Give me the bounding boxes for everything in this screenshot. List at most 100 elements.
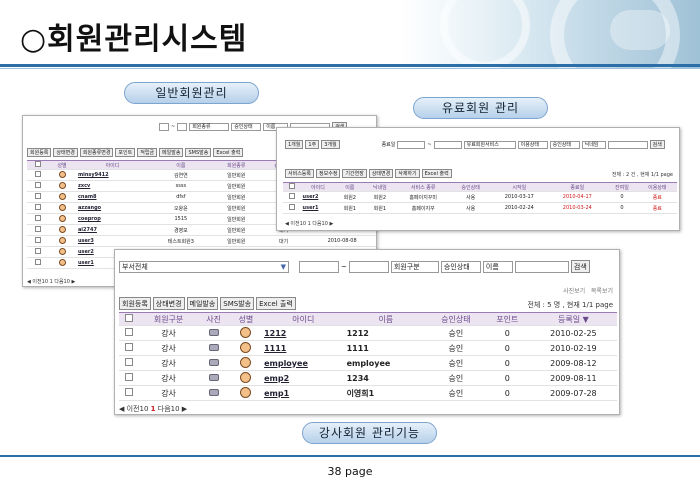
row-checkbox[interactable] bbox=[34, 193, 41, 199]
member-id-link[interactable]: emp2 bbox=[262, 370, 345, 386]
paid-search-button[interactable]: 검색 bbox=[649, 140, 665, 149]
member-id-link[interactable]: user3 bbox=[75, 235, 150, 247]
paid-filter-use[interactable]: 이용상태 bbox=[517, 140, 548, 149]
ptbar-button-0[interactable]: 서비스등록 bbox=[285, 169, 315, 178]
member-id-link[interactable]: coeprop bbox=[75, 213, 150, 225]
ptbar-button-3[interactable]: 상태변경 bbox=[368, 169, 394, 178]
general-date-end[interactable] bbox=[177, 122, 188, 131]
member-type: 일반회원 bbox=[212, 235, 260, 247]
ihead-col-0[interactable] bbox=[119, 312, 140, 326]
select-all-checkbox[interactable] bbox=[125, 314, 134, 322]
nickname: 회원1 bbox=[364, 202, 396, 214]
gtbar-button-2[interactable]: 회원종류변경 bbox=[79, 148, 114, 157]
photo-icon bbox=[208, 328, 219, 336]
instructor-summary: 전체 : 5 명 , 현재 1/1 page bbox=[527, 301, 613, 309]
instructor-filter-type[interactable]: 회원구분 bbox=[390, 260, 439, 273]
general-filter-type[interactable]: 회원종류 bbox=[189, 122, 230, 131]
gtbar-button-3[interactable]: 포인트 bbox=[115, 148, 136, 157]
select-all-checkbox[interactable] bbox=[34, 161, 41, 167]
gtbar-button-0[interactable]: 회원등록 bbox=[27, 148, 52, 157]
row-checkbox[interactable] bbox=[125, 388, 134, 396]
paid-filter-service[interactable]: 유료회원서비스 bbox=[463, 140, 516, 149]
member-id-link[interactable]: emp1 bbox=[262, 385, 345, 401]
paid-pager[interactable]: ◀ 이전10 1 다음10 ▶ bbox=[285, 220, 333, 227]
itbar-button-1[interactable]: 상태변경 bbox=[152, 297, 185, 310]
row-checkbox[interactable] bbox=[34, 248, 41, 254]
member-id-link[interactable]: user1 bbox=[300, 202, 336, 214]
paid-1week-button[interactable]: 1주 bbox=[305, 140, 320, 149]
member-id-link[interactable]: 1111 bbox=[262, 340, 345, 356]
row-checkbox[interactable] bbox=[34, 237, 41, 243]
ghead-col-3: 이름 bbox=[149, 160, 213, 170]
paid-date-label: 종료일 bbox=[381, 142, 396, 148]
instructor-search-input[interactable] bbox=[514, 260, 569, 273]
ptbar-button-5[interactable]: Excel 출력 bbox=[421, 169, 452, 178]
gtbar-button-5[interactable]: 메일발송 bbox=[159, 148, 184, 157]
general-pager[interactable]: ◀ 이전10 1 다음10 ▶ bbox=[27, 278, 75, 285]
photo-icon bbox=[208, 388, 219, 396]
row-checkbox[interactable] bbox=[34, 259, 41, 265]
phead-col-9: 이용상태 bbox=[637, 182, 677, 192]
row-checkbox[interactable] bbox=[125, 343, 134, 351]
row-checkbox[interactable] bbox=[34, 215, 41, 221]
itbar-button-0[interactable]: 회원등록 bbox=[119, 297, 151, 310]
itbar-button-4[interactable]: Excel 출력 bbox=[256, 297, 296, 310]
row-checkbox[interactable] bbox=[34, 204, 41, 210]
paid-1month-button[interactable]: 1개월 bbox=[285, 140, 304, 149]
table-row: 강사 1212 1212 승인 0 2010-02-25 bbox=[119, 325, 617, 341]
phead-col-5: 승인상태 bbox=[450, 182, 491, 192]
paid-date-start[interactable] bbox=[397, 140, 426, 149]
ptbar-button-4[interactable]: 삭제하기 bbox=[395, 169, 420, 178]
paid-3month-button[interactable]: 3개월 bbox=[321, 140, 340, 149]
ghead-col-0[interactable] bbox=[27, 160, 49, 170]
service-type: 홈페이지꾸미 bbox=[395, 191, 451, 203]
member-id-link[interactable]: 1212 bbox=[262, 325, 345, 341]
member-id-link[interactable]: user2 bbox=[300, 191, 336, 203]
row-checkbox[interactable] bbox=[34, 171, 41, 177]
general-filter-status[interactable]: 승인상태 bbox=[231, 122, 262, 131]
member-id-link[interactable]: azzango bbox=[75, 202, 150, 214]
gtbar-button-6[interactable]: SMS발송 bbox=[185, 148, 212, 157]
member-type: 강사 bbox=[139, 355, 198, 371]
row-checkbox[interactable] bbox=[125, 373, 134, 381]
ihead-col-4: 아이디 bbox=[262, 312, 345, 326]
view-photo-toggle[interactable]: 사진보기 bbox=[563, 288, 585, 295]
member-name: 1234 bbox=[344, 370, 428, 386]
row-checkbox[interactable] bbox=[34, 182, 41, 188]
row-checkbox[interactable] bbox=[288, 193, 295, 199]
instructor-search-button[interactable]: 검색 bbox=[570, 260, 590, 273]
itbar-button-3[interactable]: SMS발송 bbox=[220, 297, 255, 310]
instructor-filter-name[interactable]: 이름 bbox=[482, 260, 513, 273]
row-checkbox[interactable] bbox=[125, 328, 134, 336]
paid-filter-approve[interactable]: 승인상태 bbox=[549, 140, 580, 149]
paid-date-end[interactable] bbox=[433, 140, 462, 149]
gender-face-icon bbox=[58, 181, 66, 189]
general-date-start[interactable] bbox=[159, 122, 169, 131]
row-checkbox[interactable] bbox=[288, 204, 295, 210]
itbar-button-2[interactable]: 메일발송 bbox=[186, 297, 219, 310]
select-all-checkbox[interactable] bbox=[288, 183, 295, 189]
member-id-link[interactable]: ai2747 bbox=[75, 224, 150, 236]
member-id-link[interactable]: zxcv bbox=[75, 180, 150, 192]
member-id-link[interactable]: cnam8 bbox=[75, 191, 150, 203]
view-list-toggle[interactable]: 목록보기 bbox=[591, 288, 613, 295]
gtbar-button-7[interactable]: Excel 출력 bbox=[213, 148, 244, 157]
instructor-date-start[interactable] bbox=[299, 260, 339, 273]
paid-search-input[interactable] bbox=[607, 140, 648, 149]
member-id-link[interactable]: employee bbox=[262, 355, 345, 371]
ptbar-button-2[interactable]: 기간연장 bbox=[342, 169, 367, 178]
instructor-date-end[interactable] bbox=[348, 260, 389, 273]
paid-filter-nick[interactable]: 닉네임 bbox=[581, 140, 606, 149]
instructor-pager[interactable]: ◀ 이전10 1 다음10 ▶ bbox=[119, 404, 187, 414]
gtbar-button-1[interactable]: 상태변경 bbox=[53, 148, 78, 157]
row-checkbox[interactable] bbox=[34, 226, 41, 232]
gtbar-button-4[interactable]: 적립금 bbox=[137, 148, 158, 157]
phead-col-0[interactable] bbox=[283, 182, 301, 192]
instructor-filter-status[interactable]: 승인상태 bbox=[440, 260, 481, 273]
instructor-dept-select[interactable]: 부서전체 ▼ bbox=[119, 260, 289, 273]
ptbar-button-1[interactable]: 정보수정 bbox=[316, 169, 341, 178]
row-checkbox[interactable] bbox=[125, 358, 134, 366]
ghead-col-1: 성별 bbox=[48, 160, 76, 170]
phead-col-8: 잔여일 bbox=[606, 182, 638, 192]
member-id-link[interactable]: minsy9412 bbox=[75, 169, 150, 181]
